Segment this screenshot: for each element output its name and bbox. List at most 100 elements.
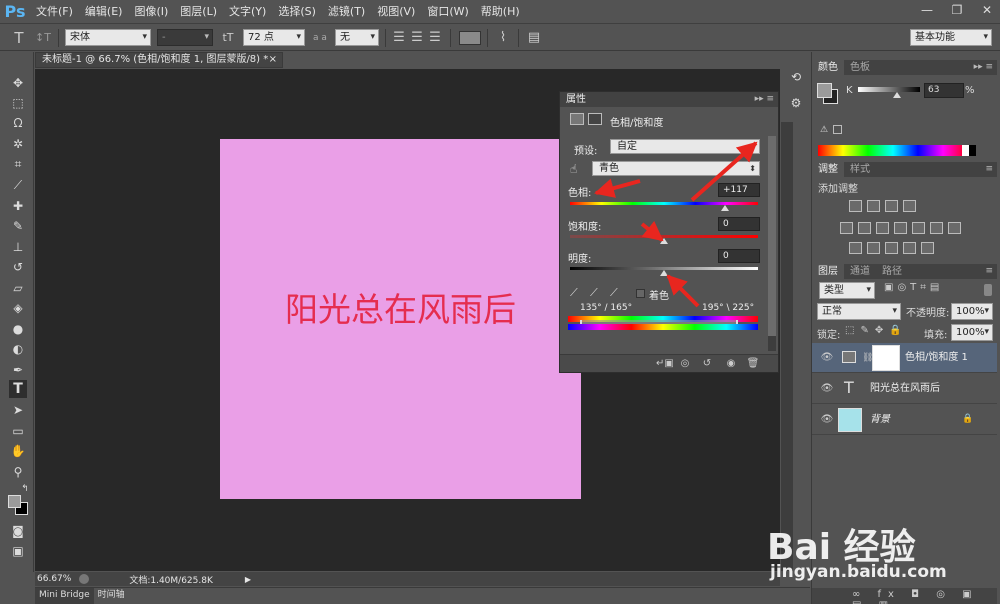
menu-layer[interactable]: 图层(L) xyxy=(174,0,223,24)
type-tool-icon[interactable]: T xyxy=(10,29,28,47)
properties-tab[interactable]: 属性 xyxy=(566,94,586,105)
color-balance-icon[interactable] xyxy=(876,222,889,234)
menu-help[interactable]: 帮助(H) xyxy=(475,0,526,24)
preset-select[interactable]: 自定 xyxy=(610,139,760,154)
eraser-tool-icon[interactable]: ▱ xyxy=(9,279,27,297)
delete-adjustment-icon[interactable]: 🗑 xyxy=(746,357,760,371)
font-family-select[interactable]: 宋体 xyxy=(65,29,151,46)
screen-mode-icon[interactable]: ▣ xyxy=(9,542,27,560)
paint-bucket-tool-icon[interactable]: ◈ xyxy=(9,299,27,317)
selective-color-icon[interactable] xyxy=(903,242,916,254)
saturation-slider-thumb[interactable] xyxy=(660,238,668,244)
tab-mini-bridge[interactable]: Mini Bridge xyxy=(35,588,94,604)
quick-mask-icon[interactable]: ◙ xyxy=(9,522,27,540)
crop-tool-icon[interactable]: ⌗ xyxy=(9,155,27,173)
lasso-tool-icon[interactable]: ᘯ xyxy=(9,114,27,132)
restore-button[interactable]: ❐ xyxy=(946,2,968,18)
reset-icon[interactable]: ↺ xyxy=(700,357,714,371)
clone-stamp-tool-icon[interactable]: ⊥ xyxy=(9,238,27,256)
blend-mode-select[interactable]: 正常 xyxy=(817,303,901,320)
target-adjust-hand-icon[interactable]: ☝ xyxy=(570,162,577,176)
align-right-icon[interactable]: ☰ xyxy=(426,29,444,47)
foreground-color-swatch[interactable] xyxy=(8,495,21,508)
workspace-select[interactable]: 基本功能 xyxy=(910,29,992,46)
document-canvas[interactable]: 阳光总在风雨后 xyxy=(220,139,581,499)
lightness-value-input[interactable]: 0 xyxy=(718,249,760,263)
menu-image[interactable]: 图像(I) xyxy=(128,0,174,24)
menu-file[interactable]: 文件(F) xyxy=(30,0,79,24)
hue-slider-thumb[interactable] xyxy=(721,205,730,211)
panel-menu-icon[interactable]: ▸▸ ≡ xyxy=(755,92,774,107)
mask-icon[interactable] xyxy=(588,113,602,125)
status-menu-arrow-icon[interactable]: ▶ xyxy=(245,575,251,584)
align-left-icon[interactable]: ☰ xyxy=(390,29,408,47)
menu-window[interactable]: 窗口(W) xyxy=(421,0,474,24)
color-spectrum-bar[interactable] xyxy=(818,145,968,156)
menu-type[interactable]: 文字(Y) xyxy=(223,0,272,24)
eyedropper-icon[interactable]: ⟋ xyxy=(570,286,578,300)
vibrance-icon[interactable] xyxy=(840,222,853,234)
tab-color[interactable]: 颜色 xyxy=(812,60,844,75)
lock-icons[interactable]: ⬚✎✥🔒 xyxy=(845,325,908,336)
brightness-contrast-icon[interactable] xyxy=(849,200,862,212)
tab-swatches[interactable]: 色板 xyxy=(844,60,876,75)
gradient-map-icon[interactable] xyxy=(921,242,934,254)
hue-saturation-icon[interactable] xyxy=(858,222,871,234)
blur-tool-icon[interactable]: ● xyxy=(9,320,27,338)
tab-paths[interactable]: 路径 xyxy=(876,264,908,279)
eyedropper-minus-icon[interactable]: ⟋ xyxy=(610,286,618,300)
curves-icon[interactable] xyxy=(885,200,898,212)
canvas-vertical-scrollbar[interactable] xyxy=(781,69,793,571)
text-orientation-icon[interactable]: ↕T xyxy=(34,29,52,47)
layers-panel-menu-icon[interactable]: ≡ xyxy=(985,264,993,279)
close-document-icon[interactable]: × xyxy=(269,53,277,67)
properties-scrollbar[interactable] xyxy=(768,136,776,351)
canvas-text-layer[interactable]: 阳光总在风雨后 xyxy=(220,139,581,475)
text-color-swatch[interactable] xyxy=(459,30,481,45)
layer-row[interactable]: 👁 T 阳光总在风雨后 xyxy=(812,374,997,404)
adjust-panel-menu-icon[interactable]: ≡ xyxy=(985,162,993,177)
minimize-button[interactable]: — xyxy=(916,2,938,18)
exposure-icon[interactable] xyxy=(903,200,916,212)
layer-filter-icons[interactable]: ▣◎T⌗▤ xyxy=(884,282,943,293)
layer-row[interactable]: 👁 背景 🔒 xyxy=(812,405,997,435)
layer-name[interactable]: 色相/饱和度 1 xyxy=(905,343,968,373)
layer-visibility-eye-icon[interactable]: 👁 xyxy=(820,382,834,396)
magic-wand-tool-icon[interactable]: ✲ xyxy=(9,135,27,153)
tab-adjustments[interactable]: 调整 xyxy=(812,162,844,177)
brush-tool-icon[interactable]: ✎ xyxy=(9,217,27,235)
tab-channels[interactable]: 通道 xyxy=(844,264,876,279)
color-range-slider[interactable] xyxy=(580,320,738,324)
tab-layers[interactable]: 图层 xyxy=(812,264,844,279)
channel-select[interactable]: 青色 xyxy=(592,161,760,176)
lightness-slider-thumb[interactable] xyxy=(660,270,668,276)
colorize-checkbox[interactable] xyxy=(636,289,645,298)
font-size-select[interactable]: 72 点 xyxy=(243,29,305,46)
close-button[interactable]: ✕ xyxy=(976,2,998,18)
menu-select[interactable]: 选择(S) xyxy=(272,0,322,24)
menu-filter[interactable]: 滤镜(T) xyxy=(322,0,371,24)
gray-value-input[interactable]: 63 xyxy=(924,83,964,98)
invert-icon[interactable] xyxy=(849,242,862,254)
color-panel-foreground-swatch[interactable] xyxy=(817,83,832,98)
menu-edit[interactable]: 编辑(E) xyxy=(79,0,129,24)
color-panel-menu-icon[interactable]: ▸▸ ≡ xyxy=(974,60,993,75)
layer-name[interactable]: 背景 xyxy=(870,405,890,435)
filter-toggle[interactable] xyxy=(984,284,992,296)
path-selection-tool-icon[interactable]: ➤ xyxy=(9,401,27,419)
visibility-icon[interactable]: ◉ xyxy=(724,357,738,371)
threshold-icon[interactable] xyxy=(885,242,898,254)
hand-tool-icon[interactable]: ✋ xyxy=(9,442,27,460)
opacity-input[interactable]: 100% xyxy=(951,303,993,320)
document-tab[interactable]: 未标题-1 @ 66.7% (色相/饱和度 1, 图层蒙版/8) * × xyxy=(35,52,283,68)
channel-mixer-icon[interactable] xyxy=(930,222,943,234)
antialias-select[interactable]: 无 xyxy=(335,29,379,46)
spectrum-black[interactable] xyxy=(969,145,976,156)
move-tool-icon[interactable]: ✥ xyxy=(9,74,27,92)
character-panel-icon[interactable]: ▤ xyxy=(525,29,543,47)
layer-visibility-eye-icon[interactable]: 👁 xyxy=(820,351,834,365)
type-tool-icon[interactable]: T xyxy=(9,380,27,398)
tab-timeline[interactable]: 时间轴 xyxy=(94,588,129,604)
properties-scroll-thumb[interactable] xyxy=(768,136,776,336)
clip-to-layer-icon[interactable]: ↵▣ xyxy=(656,357,674,371)
